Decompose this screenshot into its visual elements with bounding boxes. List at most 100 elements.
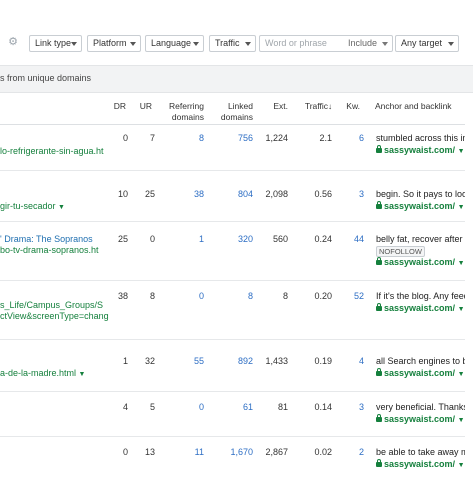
traffic-value: 2.1 [319, 133, 332, 143]
column-anchor-backlink[interactable]: Anchor and backlink [375, 101, 452, 112]
dr-value: 0 [122, 133, 128, 143]
linked-domains-value[interactable]: 804 [220, 189, 253, 200]
chevron-down-icon [382, 42, 388, 46]
referring-domains-value[interactable]: 0 [170, 402, 204, 413]
referring-domains-value[interactable]: 55 [170, 356, 204, 367]
chevron-down-icon[interactable]: ▼ [458, 204, 465, 211]
ur-value: 25 [144, 189, 155, 199]
dr-value: 25 [117, 234, 128, 244]
chevron-down-icon [448, 42, 454, 46]
lock-icon [376, 459, 382, 467]
keywords-value[interactable]: 44 [338, 234, 364, 245]
dr-value: 38 [117, 291, 128, 301]
platform-dropdown[interactable]: Platform [87, 35, 141, 52]
include-selector[interactable]: Include [348, 36, 377, 51]
chevron-down-icon[interactable]: ▼ [458, 260, 465, 267]
column-traffic[interactable]: Traffic↓ [296, 101, 332, 112]
ur-value: 5 [149, 402, 155, 412]
anchor-text: If it's the blog. Any feed-b [376, 291, 473, 301]
backlink-url[interactable]: sassywaist.com/ ▼ [376, 145, 465, 157]
keywords-value[interactable]: 2 [338, 447, 364, 458]
ur-value: 7 [149, 133, 155, 143]
traffic-value: 0.20 [314, 291, 332, 301]
chevron-down-icon[interactable]: ▼ [458, 148, 465, 155]
backlink-url[interactable]: sassywaist.com/ ▼ [376, 201, 465, 213]
column-dr[interactable]: DR [108, 101, 126, 112]
keywords-value[interactable]: 3 [338, 402, 364, 413]
results-summary-text: s from unique domains [0, 73, 92, 83]
keywords-value[interactable]: 52 [338, 291, 364, 302]
traffic-value: 0.19 [314, 356, 332, 366]
column-kw[interactable]: Kw. [340, 101, 360, 112]
column-referring-line2: domains [171, 112, 204, 122]
table-row: lo-refrigerante-sin-agua.ht 0 7 8 756 1,… [0, 125, 473, 171]
referring-page-url[interactable]: gir-tu-secador ▼ [0, 201, 65, 213]
traffic-value: 0.02 [314, 447, 332, 457]
chevron-down-icon[interactable]: ▼ [58, 204, 65, 211]
referring-domains-value[interactable]: 0 [170, 291, 204, 302]
referring-page-url[interactable]: lo-refrigerante-sin-agua.ht [0, 146, 104, 157]
lock-icon [376, 257, 382, 265]
link-type-dropdown[interactable]: Link type [29, 35, 82, 52]
linked-domains-value[interactable]: 892 [220, 356, 253, 367]
column-referring-line1: Referring [169, 101, 204, 111]
gear-icon[interactable]: ⚙ [7, 36, 19, 48]
traffic-dropdown[interactable]: Traffic [209, 35, 256, 52]
table-row: gir-tu-secador ▼ 10 25 38 804 2,098 0.56… [0, 171, 473, 222]
chevron-down-icon[interactable]: ▼ [458, 462, 465, 469]
column-ext[interactable]: Ext. [262, 101, 288, 112]
referring-page-title[interactable]: ' Drama: The Sopranos [0, 234, 93, 245]
any-target-dropdown[interactable]: Any target [395, 35, 459, 52]
referring-domains-value[interactable]: 1 [170, 234, 204, 245]
sort-desc-icon: ↓ [328, 102, 332, 111]
dr-value: 1 [122, 356, 128, 366]
chevron-down-icon[interactable]: ▼ [458, 371, 465, 378]
column-traffic-label: Traffic [304, 101, 328, 111]
ext-value: 560 [272, 234, 288, 244]
referring-page-url[interactable]: bo-tv-drama-sopranos.ht [0, 245, 99, 256]
keywords-value[interactable]: 3 [338, 189, 364, 200]
backlink-url[interactable]: sassywaist.com/ ▼ [376, 257, 465, 269]
column-linked-domains[interactable]: Linked domains [212, 101, 253, 123]
column-ur[interactable]: UR [136, 101, 152, 112]
lock-icon [376, 414, 382, 422]
chevron-down-icon[interactable]: ▼ [79, 371, 86, 378]
referring-page-url[interactable]: a-de-la-madre.html ▼ [0, 368, 85, 380]
anchor-text: all Search engines to be a [376, 356, 473, 366]
backlink-url[interactable]: sassywaist.com/ ▼ [376, 303, 465, 315]
platform-label: Platform [93, 38, 127, 48]
ur-value: 0 [149, 234, 155, 244]
language-dropdown[interactable]: Language [145, 35, 204, 52]
linked-domains-value[interactable]: 61 [220, 402, 253, 413]
filter-toolbar: ⚙ Link type Platform Language Traffic Wo… [0, 0, 473, 70]
keywords-value[interactable]: 6 [338, 133, 364, 144]
chevron-down-icon[interactable]: ▼ [458, 417, 465, 424]
linked-domains-value[interactable]: 320 [220, 234, 253, 245]
referring-domains-value[interactable]: 11 [170, 447, 204, 458]
backlink-url[interactable]: sassywaist.com/ ▼ [376, 414, 465, 426]
chevron-down-icon [245, 42, 251, 46]
table-row: 4 5 0 61 81 0.14 3 very beneficial. Than… [0, 392, 473, 437]
linked-domains-value[interactable]: 756 [220, 133, 253, 144]
referring-page-url[interactable]: s_Life/Campus_Groups/S [0, 300, 103, 311]
column-referring-domains[interactable]: Referring domains [160, 101, 204, 123]
referring-domains-value[interactable]: 8 [170, 133, 204, 144]
vertical-scrollbar[interactable] [465, 97, 473, 477]
traffic-value: 0.14 [314, 402, 332, 412]
referring-page-url-cont[interactable]: ctView&screenType=chang [0, 311, 109, 322]
linked-domains-value[interactable]: 1,670 [220, 447, 253, 458]
ext-value: 8 [282, 291, 288, 301]
lock-icon [376, 145, 382, 153]
keywords-value[interactable]: 4 [338, 356, 364, 367]
table-row: ' Drama: The Sopranos bo-tv-drama-sopran… [0, 222, 473, 281]
backlink-url[interactable]: sassywaist.com/ ▼ [376, 368, 465, 380]
phrase-search-field[interactable]: Word or phrase Include [259, 35, 393, 52]
ext-value: 2,098 [265, 189, 288, 199]
referring-domains-value[interactable]: 38 [170, 189, 204, 200]
linked-domains-value[interactable]: 8 [220, 291, 253, 302]
chevron-down-icon[interactable]: ▼ [458, 306, 465, 313]
lock-icon [376, 368, 382, 376]
anchor-text: begin. So it pays to look f [376, 189, 473, 199]
backlink-url[interactable]: sassywaist.com/ ▼ [376, 459, 465, 471]
ext-value: 2,867 [265, 447, 288, 457]
